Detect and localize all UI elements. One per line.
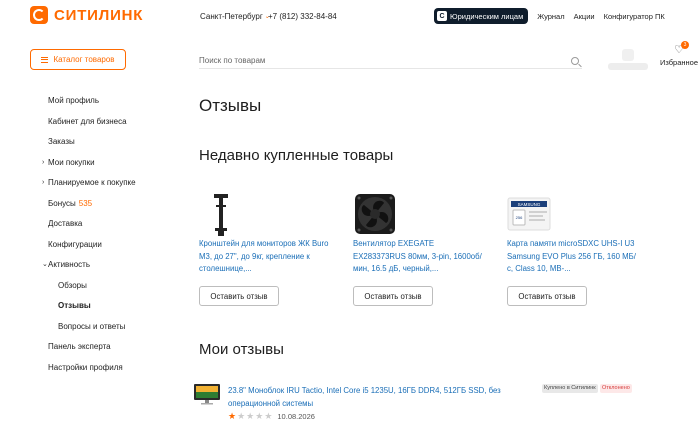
- sidebar-item-activity[interactable]: ⌄ Активность: [42, 260, 136, 281]
- star-icon: ★: [246, 411, 256, 421]
- sidebar-item-qa[interactable]: Вопросы и ответы: [48, 322, 136, 343]
- sidebar-item-overviews[interactable]: Обзоры: [48, 281, 136, 302]
- sidebar-item-label: Настройки профиля: [48, 362, 123, 372]
- sidebar-item-label: Бонусы: [48, 198, 76, 208]
- bought-badge: Куплено в Ситилинк: [542, 384, 598, 393]
- monitor-mount-icon[interactable]: [197, 190, 245, 238]
- search-input[interactable]: [199, 56, 571, 65]
- search-bar: [199, 53, 582, 69]
- citilink-logo[interactable]: СИТИЛИНК: [30, 6, 143, 24]
- city-name: Санкт-Петербург: [200, 12, 263, 21]
- sidebar-item-profile[interactable]: Мой профиль: [48, 96, 136, 117]
- product-card: Вентилятор EXEGATE EX283373RUS 80мм, 3-p…: [353, 190, 483, 306]
- legal-entities-label: Юридическим лицам: [450, 11, 524, 21]
- sidebar-item-planned[interactable]: › Планируемое к покупке: [42, 178, 136, 199]
- favorites-button[interactable]: ♡ 3 Избранное: [660, 41, 699, 67]
- legal-entities-button[interactable]: C Юридическим лицам: [434, 8, 529, 24]
- product-title[interactable]: Карта памяти microSDXC UHS-I U3 Samsung …: [507, 238, 637, 276]
- sidebar-item-label: Мой профиль: [48, 96, 100, 105]
- sidebar-item-label: Обзоры: [58, 280, 87, 290]
- phone-number[interactable]: +7 (812) 332-84-84: [268, 12, 337, 21]
- profile-sidebar: Мой профиль Кабинет для бизнеса Заказы ›…: [42, 96, 136, 384]
- review-rating: ★ ★ ★ ★ ★ 10.08.2026: [228, 411, 315, 421]
- status-badge: Отклонено: [600, 384, 632, 393]
- sidebar-item-bonuses[interactable]: Бонусы 535: [48, 199, 136, 220]
- case-fan-icon[interactable]: [351, 190, 399, 238]
- sidebar-item-label: Мои покупки: [48, 157, 95, 167]
- city-selector[interactable]: Санкт-Петербург ⌄: [200, 12, 270, 21]
- sidebar-item-configurations[interactable]: Конфигурации: [48, 240, 136, 261]
- chevron-down-icon: ⌄: [42, 261, 48, 268]
- sidebar-item-profile-settings[interactable]: Настройки профиля: [48, 363, 136, 384]
- all-in-one-pc-thumbnail[interactable]: [193, 383, 221, 405]
- sidebar-item-label: Планируемое к покупке: [48, 178, 136, 187]
- sidebar-item-business-cabinet[interactable]: Кабинет для бизнеса: [48, 117, 136, 138]
- sidebar-item-label: Кабинет для бизнеса: [48, 116, 127, 126]
- favorites-label: Избранное: [660, 58, 699, 67]
- leave-review-button[interactable]: Оставить отзыв: [507, 286, 587, 306]
- page-title: Отзывы: [199, 96, 262, 115]
- menu-icon: [41, 56, 49, 63]
- product-title[interactable]: Вентилятор EXEGATE EX283373RUS 80мм, 3-p…: [353, 238, 483, 276]
- star-icon: ★: [237, 411, 247, 421]
- sidebar-item-label: Активность: [48, 260, 91, 269]
- card-brand-text: SAMSUNG: [518, 202, 541, 207]
- chevron-right-icon: ›: [42, 179, 45, 186]
- avatar: [622, 49, 634, 61]
- sidebar-item-label: Вопросы и ответы: [58, 321, 126, 331]
- catalog-button[interactable]: Каталог товаров: [30, 49, 126, 70]
- product-card: Кронштейн для мониторов ЖК Buro M3, до 2…: [199, 190, 329, 306]
- sidebar-item-orders[interactable]: Заказы: [48, 137, 136, 158]
- nav-link-promotions[interactable]: Акции: [574, 12, 595, 21]
- catalog-label: Каталог товаров: [53, 55, 115, 64]
- recent-purchases-heading: Недавно купленные товары: [199, 147, 394, 164]
- sidebar-item-purchases[interactable]: › Мои покупки: [42, 157, 136, 179]
- bonus-count: 535: [78, 198, 93, 208]
- top-nav: C Юридическим лицам Журнал Акции Конфигу…: [434, 8, 665, 24]
- star-icon: ★: [255, 411, 265, 421]
- nav-link-pc-configurator[interactable]: Конфигуратор ПК: [604, 12, 665, 21]
- sidebar-item-label: Доставка: [48, 219, 83, 228]
- brand-name: СИТИЛИНК: [54, 6, 144, 24]
- product-card: SAMSUNG 256 Карта памяти microSDXC UHS-I…: [507, 190, 637, 306]
- heart-icon: ♡ 3: [660, 41, 698, 56]
- star-icon: ★: [264, 411, 274, 421]
- account-menu[interactable]: [608, 49, 648, 70]
- sidebar-item-label: Панель эксперта: [48, 342, 111, 351]
- sidebar-item-delivery[interactable]: Доставка: [48, 219, 136, 240]
- sidebar-item-label: Конфигурации: [48, 239, 102, 249]
- product-title[interactable]: Кронштейн для мониторов ЖК Buro M3, до 2…: [199, 238, 329, 276]
- review-date: 10.08.2026: [277, 412, 315, 421]
- sidebar-item-expert-panel[interactable]: Панель эксперта: [48, 342, 136, 363]
- card-size-text: 256: [516, 215, 523, 220]
- chevron-right-icon: ›: [42, 158, 45, 166]
- leave-review-button[interactable]: Оставить отзыв: [199, 286, 279, 306]
- sidebar-item-reviews[interactable]: Отзывы: [48, 301, 136, 322]
- star-icon: ★: [228, 411, 238, 421]
- business-icon: C: [437, 11, 447, 21]
- sidebar-item-label: Заказы: [48, 137, 75, 146]
- sidebar-item-label: Отзывы: [58, 301, 91, 310]
- review-product-title[interactable]: 23.8" Моноблок IRU Tactio, Intel Core i5…: [228, 385, 528, 410]
- favorites-count-badge: 3: [681, 41, 689, 49]
- leave-review-button[interactable]: Оставить отзыв: [353, 286, 433, 306]
- logo-mark-icon: [30, 6, 48, 24]
- account-name-blurred: [608, 63, 648, 70]
- nav-link-journal[interactable]: Журнал: [537, 12, 564, 21]
- my-reviews-heading: Мои отзывы: [199, 341, 284, 358]
- search-icon[interactable]: [571, 56, 579, 65]
- memory-card-icon[interactable]: SAMSUNG 256: [505, 190, 553, 238]
